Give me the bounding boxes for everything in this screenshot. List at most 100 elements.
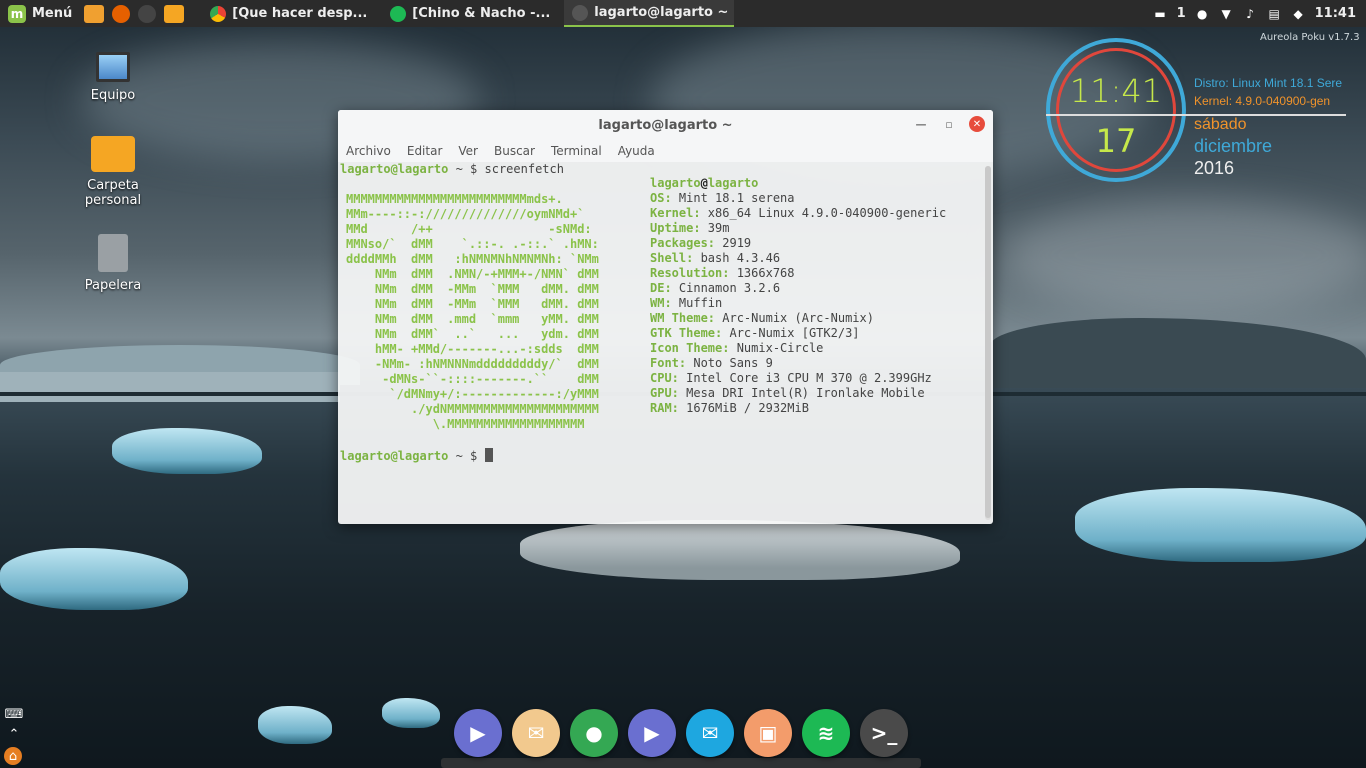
menu-terminal[interactable]: Terminal — [551, 144, 602, 158]
info-key: Packages: — [650, 236, 716, 250]
menu-button[interactable]: m Menú — [0, 0, 80, 27]
minimize-icon[interactable]: — — [913, 116, 929, 132]
chrome-icon[interactable]: ● — [570, 709, 618, 757]
command-line: lagarto@lagarto ~ $ screenfetch — [340, 162, 564, 176]
info-value: 39m — [700, 221, 730, 235]
info-value: Arc-Numix [GTK2/3] — [722, 326, 860, 340]
dock: ▶ ✉ ● ▶ ✉ ▣ ≋ >_ — [441, 704, 921, 762]
conky-distro: Distro: Linux Mint 18.1 Sere — [1194, 76, 1343, 90]
terminal-menubar: Archivo Editar Ver Buscar Terminal Ayuda — [338, 140, 993, 162]
terminal-icon[interactable]: >_ — [860, 709, 908, 757]
app-icon[interactable]: ⌂ — [4, 747, 22, 765]
panel-clock[interactable]: 11:41 — [1315, 6, 1356, 21]
menu-archivo[interactable]: Archivo — [346, 144, 391, 158]
info-line: GTK Theme: Arc-Numix [GTK2/3] — [650, 326, 946, 341]
mail-client-icon[interactable]: ✉ — [512, 709, 560, 757]
folder-launcher-icon[interactable] — [164, 4, 185, 23]
notification-count: 1 — [1176, 6, 1186, 21]
firefox-launcher-icon[interactable] — [112, 4, 131, 23]
prompt-line: lagarto@lagarto ~ $ — [340, 448, 493, 463]
info-line: DE: Cinnamon 3.2.6 — [650, 281, 946, 296]
conky-theme-label: Aureola Poku v1.7.3 — [1260, 32, 1360, 43]
desktop-icon-label: Equipo — [90, 88, 136, 103]
ascii-line: MMMMMMMMMMMMMMMMMMMMMMMMMmds+. — [346, 192, 563, 206]
task-chrome[interactable]: [Que hacer desp... — [202, 0, 372, 27]
info-key: Kernel: — [650, 206, 701, 220]
menu-ayuda[interactable]: Ayuda — [618, 144, 655, 158]
ascii-line: \.MMMMMMMMMMMMMMMMMMM — [346, 417, 585, 431]
info-value: Arc-Numix (Arc-Numix) — [715, 311, 874, 325]
info-key: Resolution: — [650, 266, 730, 280]
desktop-icon-trash[interactable]: Papelera — [58, 234, 168, 293]
close-icon[interactable]: ✕ — [969, 116, 985, 132]
mail-icon[interactable]: ✉ — [686, 709, 734, 757]
conky-time: 11:41 — [1069, 72, 1163, 110]
ascii-line: NMm dMM -MMm `MMM dMM. dMM — [346, 297, 599, 311]
menu-ver[interactable]: Ver — [458, 144, 478, 158]
menu-editar[interactable]: Editar — [407, 144, 443, 158]
window-titlebar[interactable]: lagarto@lagarto ~ — ▫ ✕ — [338, 110, 993, 140]
desktop-icon-home[interactable]: Carpeta personal — [58, 136, 168, 208]
info-value: x86_64 Linux 4.9.0-040900-generic — [700, 206, 947, 220]
chevron-up-icon[interactable]: ⌃ — [4, 726, 24, 742]
menu-label: Menú — [32, 6, 73, 21]
clipboard-icon[interactable]: ▤ — [1267, 7, 1282, 21]
desktop-icon-label: Carpeta personal — [84, 178, 142, 208]
terminal-launcher-icon[interactable] — [138, 4, 157, 23]
desktop-icon-computer[interactable]: Equipo — [58, 52, 168, 103]
files-launcher-icon[interactable] — [84, 4, 105, 23]
terminal-output[interactable]: lagarto@lagarto ~ $ screenfetch MMMMMMMM… — [338, 162, 983, 522]
trash-icon — [98, 234, 128, 272]
ascii-line: NMm dMM .mmd `mmm yMM. dMM — [346, 312, 599, 326]
ascii-line: `/dMNmy+/:-------------:/yMMM — [346, 387, 599, 401]
chrome-icon — [210, 5, 227, 22]
info-key: CPU: — [650, 371, 679, 385]
spotify-icon[interactable]: ≋ — [802, 709, 850, 757]
maximize-icon[interactable]: ▫ — [941, 116, 957, 132]
terminal-window[interactable]: lagarto@lagarto ~ — ▫ ✕ Archivo Editar V… — [338, 110, 993, 524]
info-value: Noto Sans 9 — [686, 356, 773, 370]
image-viewer-icon[interactable]: ▣ — [744, 709, 792, 757]
info-key: WM: — [650, 296, 672, 310]
info-line: Shell: bash 4.3.46 — [650, 251, 946, 266]
ascii-line: NMm dMM -MMm `MMM dMM. dMM — [346, 282, 599, 296]
ascii-line: ddddMMh dMM :hNMNMNhNMNMNh: `NMm — [346, 252, 599, 266]
conky-clock: 11:41 17 — [1046, 38, 1346, 182]
info-key: WM Theme: — [650, 311, 716, 325]
info-key: GPU: — [650, 386, 679, 400]
menu-buscar[interactable]: Buscar — [494, 144, 535, 158]
ascii-line: -dMNs-``-::::-------.`` dMM — [346, 372, 599, 386]
task-terminal[interactable]: lagarto@lagarto ~ — [564, 0, 735, 27]
task-spotify[interactable]: [Chino & Nacho -... — [382, 0, 552, 27]
info-line: WM Theme: Arc-Numix (Arc-Numix) — [650, 311, 946, 326]
shield-icon[interactable]: ◆ — [1291, 7, 1306, 21]
terminal-scrollbar[interactable] — [985, 166, 991, 520]
video-player-icon[interactable]: ▶ — [628, 709, 676, 757]
user-icon[interactable]: ● — [1195, 7, 1210, 21]
computer-icon — [96, 52, 130, 82]
wifi-icon[interactable]: ▼ — [1219, 7, 1234, 21]
terminal-icon — [572, 4, 589, 21]
keyboard-icon[interactable]: ⌨ — [4, 706, 24, 722]
ascii-line: NMm dMM .NMN/-+MMM+-/NMN` dMM — [346, 267, 599, 281]
info-line: WM: Muffin — [650, 296, 946, 311]
info-value: Cinnamon 3.2.6 — [671, 281, 781, 295]
info-value: 1676MiB / 2932MiB — [678, 401, 809, 415]
info-line: CPU: Intel Core i3 CPU M 370 @ 2.399GHz — [650, 371, 946, 386]
task-label: [Que hacer desp... — [232, 6, 368, 21]
media-player-icon[interactable]: ▶ — [454, 709, 502, 757]
screenfetch-ascii-logo: MMMMMMMMMMMMMMMMMMMMMMMMMmds+. MMm----::-… — [346, 192, 599, 432]
info-line: OS: Mint 18.1 serena — [650, 191, 946, 206]
screenfetch-info: lagarto@lagarto OS: Mint 18.1 serena Kern… — [650, 176, 946, 416]
info-key: RAM: — [650, 401, 679, 415]
conky-weekday: sábado — [1194, 116, 1247, 133]
info-key: Icon Theme: — [650, 341, 730, 355]
info-value: Mint 18.1 serena — [671, 191, 795, 205]
conky-kernel: Kernel: 4.9.0-040900-gen — [1194, 94, 1331, 108]
chat-icon[interactable]: ▬ — [1153, 7, 1168, 21]
cursor — [484, 448, 493, 462]
ascii-line: NMm dMM` ..` ... ydm. dMM — [346, 327, 599, 341]
info-value: Mesa DRI Intel(R) Ironlake Mobile — [678, 386, 925, 400]
info-value: bash 4.3.46 — [693, 251, 781, 265]
music-icon[interactable]: ♪ — [1243, 7, 1258, 21]
